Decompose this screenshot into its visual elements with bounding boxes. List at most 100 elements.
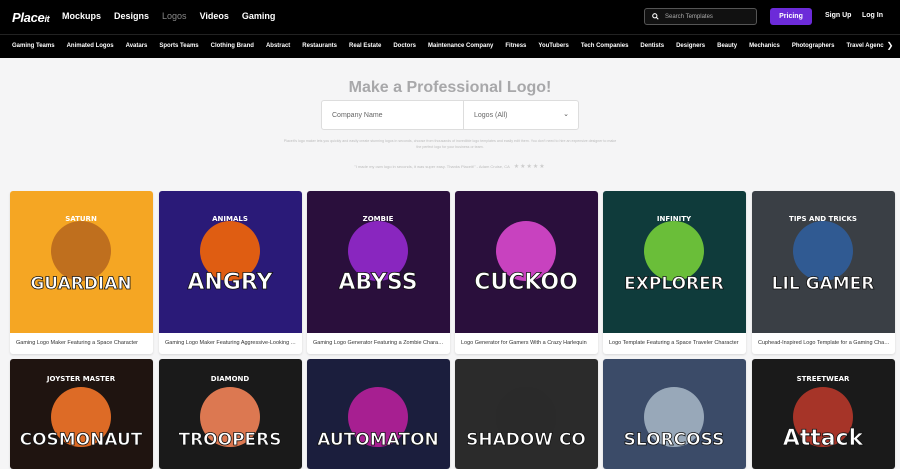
logo-template-card[interactable]: SATURN GUARDIAN Gaming Logo Maker Featurin… <box>10 191 153 354</box>
search-input[interactable]: Search Templates <box>644 8 757 25</box>
logo-title: Attack <box>783 426 865 451</box>
logo-template-card[interactable]: SHADOW CO <box>455 359 598 469</box>
card-caption[interactable]: Cuphead-Inspired Logo Template for a Gam… <box>758 340 890 346</box>
logo-preview-image: JOYSTER MASTER COSMONAUT <box>10 359 153 469</box>
logo-preview-image: AUTOMATON <box>307 359 450 469</box>
category-link[interactable]: Designers <box>676 43 705 49</box>
logo-title: EXPLORER <box>624 274 724 294</box>
logo-template-card[interactable]: JOYSTER MASTER COSMONAUT <box>10 359 153 469</box>
card-caption[interactable]: Gaming Logo Maker Featuring a Space Char… <box>16 340 148 346</box>
logo-artwork: DIAMOND TROOPERS <box>178 375 282 450</box>
category-link[interactable]: Doctors <box>393 43 416 49</box>
logo-suffix: it <box>44 14 50 24</box>
pricing-button[interactable]: Pricing <box>770 8 812 25</box>
logo-preview-image: SHADOW CO <box>455 359 598 469</box>
logo-template-card[interactable]: STREETWEAR Attack <box>752 359 895 469</box>
logo-artwork: ANIMALS ANGRY <box>187 215 274 295</box>
logo-template-card[interactable]: ZOMBIE ABYSS Gaming Logo Generator Featuri… <box>307 191 450 354</box>
logo-artwork: SATURN GUARDIAN <box>30 215 132 294</box>
logo-preview-image: SLORCOSS <box>603 359 746 469</box>
logo-title: GUARDIAN <box>30 274 131 294</box>
logo-artwork: INFINITY EXPLORER <box>624 215 724 294</box>
nav-item-mockups[interactable]: Mockups <box>62 11 101 21</box>
nav-item-logos[interactable]: Logos <box>162 11 187 21</box>
logo-template-card[interactable]: ANIMALS ANGRY Gaming Logo Maker Featuring … <box>159 191 302 354</box>
logo-preview-image: ZOMBIE ABYSS <box>307 191 450 333</box>
logo-subtitle: INFINITY <box>657 215 692 223</box>
logo-subtitle: JOYSTER MASTER <box>46 375 116 383</box>
search-placeholder: Search Templates <box>665 13 713 20</box>
logo-template-card[interactable]: SLORCOSS <box>603 359 746 469</box>
logo-subtitle: SATURN <box>65 215 97 223</box>
logo-preview-image: TIPS AND TRICKS LIL GAMER <box>752 191 895 333</box>
category-link[interactable]: Avatars <box>126 43 148 49</box>
testimonial-text: "I made my own logo in seconds, it was s… <box>354 164 510 169</box>
category-link[interactable]: Fitness <box>505 43 526 49</box>
logo-artwork: AUTOMATON <box>317 387 439 450</box>
category-bar: Gaming Teams Animated Logos Avatars Sports … <box>0 34 900 58</box>
category-link[interactable]: Dentists <box>640 43 664 49</box>
top-navbar: Placeit Mockups Designs Logos Videos Gam… <box>0 0 900 34</box>
category-link[interactable]: Tech Companies <box>581 43 629 49</box>
page-title: Make a Professional Logo! <box>348 79 552 96</box>
rating-stars: ★★★★★ <box>513 164 546 170</box>
card-caption[interactable]: Logo Template Featuring a Space Traveler… <box>609 340 741 346</box>
category-link[interactable]: Abstract <box>266 43 290 49</box>
card-caption[interactable]: Logo Generator for Gamers With a Crazy H… <box>461 340 593 346</box>
logo-title: COSMONAUT <box>20 430 143 450</box>
logo-subtitle: ZOMBIE <box>363 215 394 223</box>
logo-title: SLORCOSS <box>624 430 725 450</box>
hero-description: Placeit's logo maker lets you quickly an… <box>283 139 617 149</box>
emblem-shape <box>644 221 704 281</box>
logo-template-card[interactable]: INFINITY EXPLORER Logo Template Featuring … <box>603 191 746 354</box>
emblem-shape <box>793 221 853 281</box>
category-link[interactable]: Sports Teams <box>159 43 198 49</box>
logo-artwork: STREETWEAR Attack <box>782 375 865 451</box>
card-caption[interactable]: Gaming Logo Generator Featuring a Zombie… <box>313 340 445 346</box>
chevron-right-icon[interactable]: ❯ <box>884 41 896 50</box>
main-nav: Mockups Designs Logos Videos Gaming <box>62 11 275 21</box>
emblem-shape <box>51 221 111 281</box>
logo-title: ABYSS <box>338 270 417 295</box>
select-value: Logos (All) <box>474 111 508 119</box>
logo-title: ANGRY <box>187 270 273 295</box>
logo-preview-image: INFINITY EXPLORER <box>603 191 746 333</box>
logo-subtitle: DIAMOND <box>211 375 250 383</box>
logo-search-form: Company Name Logos (All) ⌄ <box>321 100 579 130</box>
category-link[interactable]: Beauty <box>717 43 737 49</box>
category-link[interactable]: Animated Logos <box>67 43 114 49</box>
logo-template-card[interactable]: TIPS AND TRICKS LIL GAMER Cuphead-Inspired… <box>752 191 895 354</box>
logo-title: TROOPERS <box>179 430 282 450</box>
logo-text: Place <box>12 10 45 25</box>
category-link[interactable]: Gaming Teams <box>12 43 55 49</box>
log-in-link[interactable]: Log In <box>862 12 883 19</box>
company-name-input[interactable]: Company Name <box>322 101 464 129</box>
category-link[interactable]: Clothing Brand <box>211 43 254 49</box>
logo-category-select[interactable]: Logos (All) ⌄ <box>464 101 578 129</box>
nav-item-videos[interactable]: Videos <box>200 11 229 21</box>
category-link[interactable]: Real Estate <box>349 43 381 49</box>
sign-up-link[interactable]: Sign Up <box>825 12 851 19</box>
logo-template-card[interactable]: AUTOMATON <box>307 359 450 469</box>
search-icon <box>652 13 659 20</box>
category-link[interactable]: Photographers <box>792 43 835 49</box>
category-link[interactable]: Mechanics <box>749 43 780 49</box>
category-link[interactable]: Maintenance Company <box>428 43 493 49</box>
logo-preview-image: CUCKOO <box>455 191 598 333</box>
logo-artwork: CUCKOO <box>474 221 578 295</box>
logo-artwork: ZOMBIE ABYSS <box>338 215 418 295</box>
logo-template-card[interactable]: DIAMOND TROOPERS <box>159 359 302 469</box>
card-caption[interactable]: Gaming Logo Maker Featuring Aggressive-L… <box>165 340 297 346</box>
logo-subtitle: ANIMALS <box>212 215 248 223</box>
logo-template-card[interactable]: CUCKOO Logo Generator for Gamers With a C… <box>455 191 598 354</box>
logo-preview-image: ANIMALS ANGRY <box>159 191 302 333</box>
logo-preview-image: STREETWEAR Attack <box>752 359 895 469</box>
category-link[interactable]: YouTubers <box>538 43 568 49</box>
testimonial: "I made my own logo in seconds, it was s… <box>0 163 900 170</box>
nav-item-gaming[interactable]: Gaming <box>242 11 276 21</box>
placeit-logo[interactable]: Placeit <box>12 10 50 25</box>
logo-preview-image: DIAMOND TROOPERS <box>159 359 302 469</box>
logo-artwork: TIPS AND TRICKS LIL GAMER <box>771 215 874 294</box>
category-link[interactable]: Restaurants <box>302 43 337 49</box>
nav-item-designs[interactable]: Designs <box>114 11 149 21</box>
